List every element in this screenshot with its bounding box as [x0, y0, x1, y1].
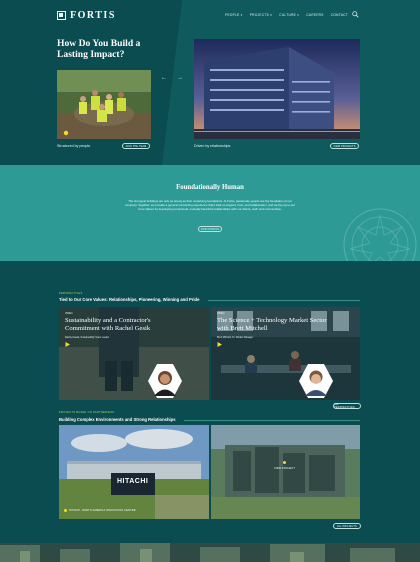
perspective-card-brett[interactable]: VIDEO The Science + Technology Market Se… [211, 307, 360, 400]
our-mission-button[interactable]: OUR MISSION [198, 226, 222, 232]
hero-section: FORTIS PEOPLE ▾ PROJECTS ▾ CULTURE ▾ CAR… [0, 0, 420, 165]
decorative-seal-icon [343, 208, 417, 261]
projects-divider [184, 420, 360, 421]
hero-title: How Do You Build a Lasting Impact? [57, 38, 141, 60]
card-meta: Rachel Gesik, Sustainability Team Leader [65, 336, 110, 339]
projects-title: Building Complex Environments and Strong… [59, 417, 176, 422]
foundationally-human-section: Foundationally Human The strongest build… [0, 165, 420, 261]
nav-item-culture[interactable]: CULTURE ▾ [279, 13, 299, 17]
view-project-label[interactable]: VIEW PROJECT [274, 467, 295, 470]
location-dot-icon [283, 461, 286, 464]
logo[interactable]: FORTIS [57, 10, 116, 21]
projects-eyebrow: PROJECTS BASED ON PARTNERSHIP [59, 411, 115, 414]
hero-image-building [194, 39, 360, 139]
play-icon[interactable] [65, 342, 70, 347]
project-card-hitachi[interactable]: HITACHI HITACHI, NORTH AMERICA INNOVATIO… [59, 425, 209, 519]
footer-image-strip [0, 543, 420, 562]
nav-item-careers[interactable]: CAREERS [306, 13, 324, 17]
main-nav: PEOPLE ▾ PROJECTS ▾ CULTURE ▾ CAREERS CO… [225, 13, 348, 17]
portrait-brett [299, 364, 333, 398]
search-icon[interactable] [352, 11, 359, 18]
view-projects-button[interactable]: VIEW PROJECTS [330, 143, 359, 149]
nav-item-people[interactable]: PEOPLE ▾ [225, 13, 243, 17]
join-the-team-button[interactable]: JOIN THE TEAM [122, 143, 150, 149]
perspectives-title: Tied to Our Core Values: Relationships, … [59, 297, 200, 302]
card-title: Sustainability and a Contractor's Commit… [65, 317, 151, 332]
hero-caption-left: Structured by people. [57, 144, 92, 148]
logo-mark-icon [57, 11, 66, 20]
project-label: HITACHI, NORTH AMERICA INNOVATION CENTER [69, 509, 136, 512]
card-meta: Brett Mitchell, Sr. Market Manager [217, 336, 254, 339]
card-tag: VIDEO [217, 312, 225, 315]
perspectives-divider [208, 300, 360, 301]
perspective-card-rachel[interactable]: VIDEO Sustainability and a Contractor's … [59, 307, 209, 400]
play-icon[interactable] [217, 342, 222, 347]
card-title: The Science + Technology Market Sector w… [217, 317, 327, 332]
all-projects-button[interactable]: ALL PROJECTS [333, 523, 361, 529]
hero-image-team [57, 70, 151, 139]
hero-caption-right: Driven by relationships. [194, 144, 232, 148]
location-dot-icon [64, 509, 67, 512]
lower-section: PERSPECTIVES Tied to Our Core Values: Re… [0, 261, 420, 543]
perspectives-eyebrow: PERSPECTIVES [59, 292, 83, 295]
carousel-prev-icon[interactable]: ← [161, 75, 167, 81]
band-title: Foundationally Human [176, 184, 244, 191]
card-tag: VIDEO [65, 312, 73, 315]
band-body: The strongest buildings are only as stro… [125, 199, 295, 211]
logo-text: FORTIS [70, 10, 116, 21]
nav-item-contact[interactable]: CONTACT [331, 13, 348, 17]
carousel-next-icon[interactable]: → [177, 75, 183, 81]
portrait-rachel [148, 364, 182, 398]
all-perspectives-button[interactable]: ALL PERSPECTIVES [333, 403, 361, 409]
project-card-aerial[interactable]: VIEW PROJECT [211, 425, 360, 519]
hitachi-sign: HITACHI [117, 478, 149, 485]
nav-item-projects[interactable]: PROJECTS ▾ [250, 13, 273, 17]
